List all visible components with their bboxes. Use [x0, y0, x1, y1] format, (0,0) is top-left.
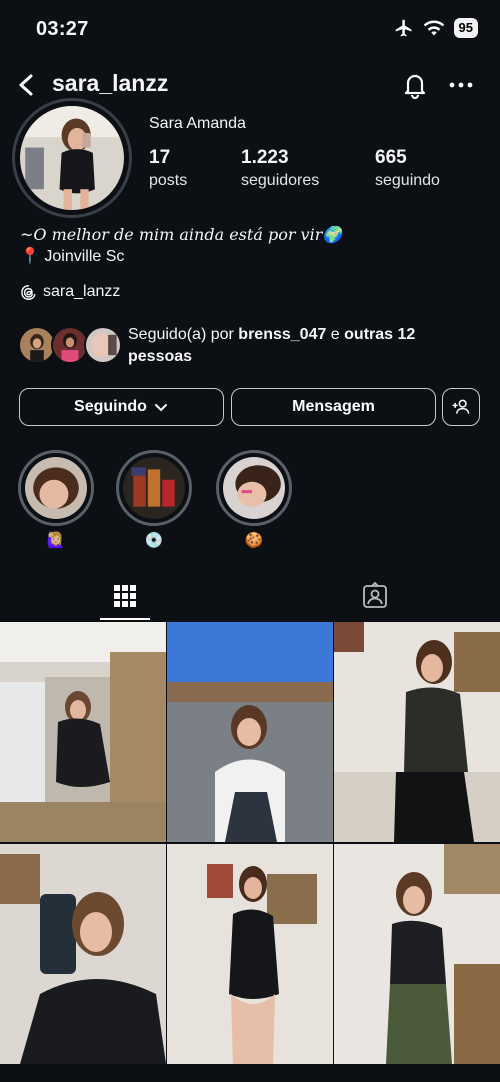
- following-stat[interactable]: 665 seguindo: [375, 147, 440, 190]
- highlight-label: 🙋🏼‍♀️: [46, 532, 66, 549]
- followed-middle: e: [326, 326, 345, 343]
- message-button[interactable]: Mensagem: [231, 388, 436, 426]
- threads-link[interactable]: sara_lanzz: [20, 283, 120, 301]
- following-button[interactable]: Seguindo: [19, 388, 224, 426]
- tab-posts-grid[interactable]: [0, 570, 250, 622]
- story-highlight[interactable]: 💿: [116, 450, 192, 551]
- bio-location: 📍 Joinville Sc: [20, 248, 125, 265]
- more-options-button[interactable]: [448, 72, 474, 98]
- status-time: 03:27: [36, 18, 89, 40]
- post-thumbnail[interactable]: [167, 844, 333, 1064]
- threads-icon: [21, 284, 36, 300]
- bio-line: ~O melhor de mim ainda está por vir🌍: [20, 225, 343, 244]
- chevron-left-icon: [19, 74, 33, 96]
- tab-tagged[interactable]: [250, 570, 500, 622]
- posts-grid: [0, 622, 500, 1064]
- suggest-users-button[interactable]: [442, 388, 480, 426]
- followed-by[interactable]: Seguido(a) por brenss_047 e outras 12 pe…: [18, 324, 468, 368]
- highlight-cover: [25, 457, 87, 519]
- highlight-label: 💿: [144, 532, 164, 549]
- tagged-person-icon: [363, 582, 387, 608]
- notifications-button[interactable]: [400, 70, 430, 100]
- username-title: sara_lanzz: [52, 70, 169, 96]
- post-thumbnail[interactable]: [0, 844, 166, 1064]
- followed-by-text: Seguido(a) por brenss_047 e outras 12 pe…: [128, 324, 468, 368]
- battery-indicator: 95: [453, 18, 478, 38]
- story-highlight[interactable]: 🙋🏼‍♀️: [18, 450, 94, 551]
- mutual-avatars: [18, 326, 122, 366]
- followers-stat[interactable]: 1.223 seguidores: [241, 147, 319, 190]
- bio: ~O melhor de mim ainda está por vir🌍 📍 J…: [20, 224, 342, 268]
- post-thumbnail[interactable]: [167, 622, 333, 842]
- wifi-icon: [423, 20, 444, 36]
- post-thumbnail[interactable]: [334, 844, 500, 1064]
- back-button[interactable]: [12, 70, 42, 100]
- following-label: seguindo: [375, 172, 440, 189]
- more-horizontal-icon: [449, 82, 473, 88]
- airplane-icon: [395, 19, 412, 37]
- highlight-label: 🍪: [244, 532, 264, 549]
- avatar: [20, 106, 124, 210]
- highlight-cover: [223, 457, 285, 519]
- story-highlight[interactable]: 🍪: [216, 450, 292, 551]
- followed-prefix: Seguido(a) por: [128, 326, 239, 343]
- chevron-down-icon: [154, 404, 167, 412]
- status-bar: 03:27 95: [0, 0, 500, 60]
- post-thumbnail[interactable]: [334, 622, 500, 842]
- posts-count: 17: [149, 147, 171, 168]
- followers-count: 1.223: [241, 147, 289, 168]
- highlight-cover: [123, 457, 185, 519]
- display-name: Sara Amanda: [149, 115, 246, 132]
- post-thumbnail[interactable]: [0, 622, 166, 842]
- following-count: 665: [375, 147, 407, 168]
- active-tab-indicator: [100, 618, 150, 620]
- followers-label: seguidores: [241, 172, 320, 189]
- avatar: [84, 326, 122, 364]
- posts-stat[interactable]: 17 posts: [149, 147, 187, 190]
- posts-label: posts: [149, 172, 188, 189]
- message-button-label: Mensagem: [292, 398, 375, 415]
- profile-avatar[interactable]: [12, 98, 132, 218]
- following-button-label: Seguindo: [74, 398, 147, 415]
- threads-handle: sara_lanzz: [43, 283, 121, 300]
- bell-icon: [404, 74, 426, 100]
- followed-user[interactable]: brenss_047: [238, 326, 326, 343]
- profile-tabs: [0, 570, 500, 622]
- status-icons: 95: [394, 18, 478, 38]
- add-person-icon: [452, 399, 470, 414]
- grid-icon: [114, 585, 136, 607]
